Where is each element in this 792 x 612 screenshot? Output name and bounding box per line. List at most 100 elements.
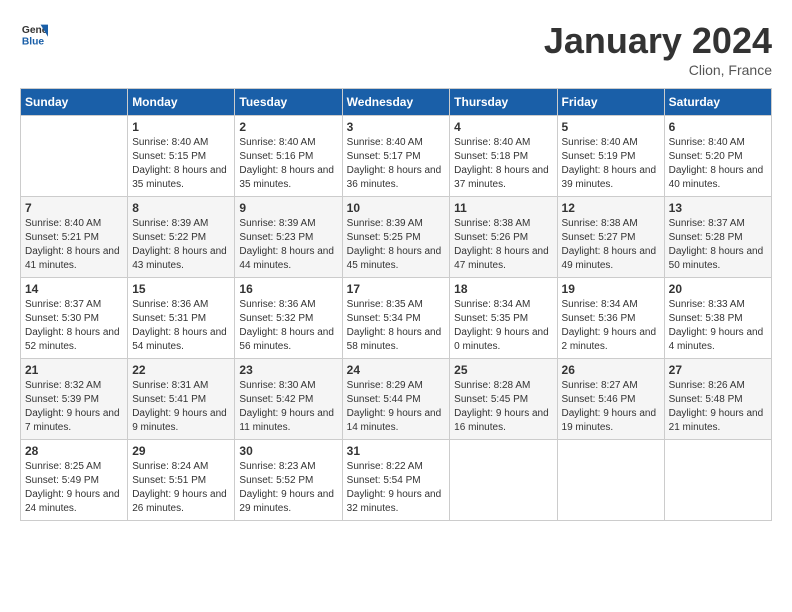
day-number: 12 [562,201,660,215]
day-number: 31 [347,444,446,458]
calendar-table: SundayMondayTuesdayWednesdayThursdayFrid… [20,88,772,521]
day-detail: Sunrise: 8:30 AMSunset: 5:42 PMDaylight:… [239,379,337,435]
day-detail: Sunrise: 8:34 AMSunset: 5:36 PMDaylight:… [562,298,660,354]
day-detail: Sunrise: 8:40 AMSunset: 5:19 PMDaylight:… [562,136,660,192]
day-number: 27 [669,363,767,377]
calendar-cell: 3 Sunrise: 8:40 AMSunset: 5:17 PMDaylight… [342,116,450,197]
calendar-cell: 5 Sunrise: 8:40 AMSunset: 5:19 PMDaylight… [557,116,664,197]
day-detail: Sunrise: 8:40 AMSunset: 5:18 PMDaylight:… [454,136,552,192]
calendar-cell: 8Sunrise: 8:39 AMSunset: 5:22 PMDaylight… [128,197,235,278]
calendar-cell: 17 Sunrise: 8:35 AMSunset: 5:34 PMDayligh… [342,278,450,359]
calendar-cell: 9 Sunrise: 8:39 AMSunset: 5:23 PMDaylight… [235,197,342,278]
day-number: 14 [25,282,123,296]
weekday-header-cell: Wednesday [342,89,450,116]
day-detail: Sunrise: 8:39 AMSunset: 5:23 PMDaylight:… [239,217,337,273]
month-title: January 2024 [544,20,772,62]
day-number: 3 [347,120,446,134]
day-number: 9 [239,201,337,215]
calendar-cell: 15 Sunrise: 8:36 AMSunset: 5:31 PMDayligh… [128,278,235,359]
calendar-week-row: 7 Sunrise: 8:40 AMSunset: 5:21 PMDaylight… [21,197,772,278]
day-number: 6 [669,120,767,134]
calendar-week-row: 1 Sunrise: 8:40 AMSunset: 5:15 PMDaylight… [21,116,772,197]
day-detail: Sunrise: 8:35 AMSunset: 5:34 PMDaylight:… [347,298,446,354]
day-detail: Sunrise: 8:40 AMSunset: 5:15 PMDaylight:… [132,136,230,192]
day-number: 13 [669,201,767,215]
day-detail: Sunrise: 8:40 AMSunset: 5:17 PMDaylight:… [347,136,446,192]
weekday-header-cell: Thursday [450,89,557,116]
calendar-cell: 7 Sunrise: 8:40 AMSunset: 5:21 PMDaylight… [21,197,128,278]
location: Clion, France [544,62,772,78]
page-header: General Blue January 2024 Clion, France [20,20,772,78]
weekday-header-cell: Friday [557,89,664,116]
calendar-week-row: 14Sunrise: 8:37 AMSunset: 5:30 PMDayligh… [21,278,772,359]
title-block: January 2024 Clion, France [544,20,772,78]
day-number: 30 [239,444,337,458]
weekday-header-cell: Sunday [21,89,128,116]
day-number: 11 [454,201,552,215]
day-detail: Sunrise: 8:28 AMSunset: 5:45 PMDaylight:… [454,379,552,435]
day-number: 17 [347,282,446,296]
svg-text:Blue: Blue [22,36,45,47]
day-detail: Sunrise: 8:40 AMSunset: 5:16 PMDaylight:… [239,136,337,192]
day-detail: Sunrise: 8:33 AMSunset: 5:38 PMDaylight:… [669,298,767,354]
calendar-cell: 12 Sunrise: 8:38 AMSunset: 5:27 PMDayligh… [557,197,664,278]
day-detail: Sunrise: 8:31 AMSunset: 5:41 PMDaylight:… [132,379,230,435]
calendar-cell: 25 Sunrise: 8:28 AMSunset: 5:45 PMDayligh… [450,359,557,440]
calendar-cell: 29Sunrise: 8:24 AMSunset: 5:51 PMDayligh… [128,440,235,521]
day-detail: Sunrise: 8:22 AMSunset: 5:54 PMDaylight:… [347,460,446,516]
day-number: 5 [562,120,660,134]
day-detail: Sunrise: 8:36 AMSunset: 5:31 PMDaylight:… [132,298,230,354]
day-detail: Sunrise: 8:26 AMSunset: 5:48 PMDaylight:… [669,379,767,435]
calendar-cell: 11 Sunrise: 8:38 AMSunset: 5:26 PMDayligh… [450,197,557,278]
day-number: 4 [454,120,552,134]
day-number: 25 [454,363,552,377]
day-detail: Sunrise: 8:25 AMSunset: 5:49 PMDaylight:… [25,460,123,516]
calendar-cell: 10 Sunrise: 8:39 AMSunset: 5:25 PMDayligh… [342,197,450,278]
calendar-cell: 21 Sunrise: 8:32 AMSunset: 5:39 PMDayligh… [21,359,128,440]
day-detail: Sunrise: 8:37 AMSunset: 5:28 PMDaylight:… [669,217,767,273]
day-detail: Sunrise: 8:32 AMSunset: 5:39 PMDaylight:… [25,379,123,435]
calendar-cell: 16Sunrise: 8:36 AMSunset: 5:32 PMDayligh… [235,278,342,359]
weekday-header-cell: Saturday [664,89,771,116]
day-detail: Sunrise: 8:38 AMSunset: 5:26 PMDaylight:… [454,217,552,273]
logo-icon: General Blue [20,20,48,48]
calendar-cell: 13 Sunrise: 8:37 AMSunset: 5:28 PMDayligh… [664,197,771,278]
day-number: 16 [239,282,337,296]
calendar-cell: 19 Sunrise: 8:34 AMSunset: 5:36 PMDayligh… [557,278,664,359]
day-detail: Sunrise: 8:39 AMSunset: 5:25 PMDaylight:… [347,217,446,273]
calendar-cell: 2Sunrise: 8:40 AMSunset: 5:16 PMDaylight… [235,116,342,197]
calendar-cell: 28 Sunrise: 8:25 AMSunset: 5:49 PMDayligh… [21,440,128,521]
calendar-cell [450,440,557,521]
calendar-cell: 24Sunrise: 8:29 AMSunset: 5:44 PMDayligh… [342,359,450,440]
logo: General Blue [20,20,48,48]
day-number: 19 [562,282,660,296]
day-detail: Sunrise: 8:40 AMSunset: 5:21 PMDaylight:… [25,217,123,273]
day-number: 15 [132,282,230,296]
day-detail: Sunrise: 8:39 AMSunset: 5:22 PMDaylight:… [132,217,230,273]
calendar-cell: 4 Sunrise: 8:40 AMSunset: 5:18 PMDaylight… [450,116,557,197]
day-number: 23 [239,363,337,377]
calendar-body: 1 Sunrise: 8:40 AMSunset: 5:15 PMDaylight… [21,116,772,521]
calendar-cell: 14Sunrise: 8:37 AMSunset: 5:30 PMDayligh… [21,278,128,359]
weekday-header-row: SundayMondayTuesdayWednesdayThursdayFrid… [21,89,772,116]
calendar-cell: 31 Sunrise: 8:22 AMSunset: 5:54 PMDayligh… [342,440,450,521]
day-number: 28 [25,444,123,458]
day-number: 20 [669,282,767,296]
day-number: 1 [132,120,230,134]
day-detail: Sunrise: 8:38 AMSunset: 5:27 PMDaylight:… [562,217,660,273]
day-number: 24 [347,363,446,377]
day-number: 26 [562,363,660,377]
calendar-week-row: 28 Sunrise: 8:25 AMSunset: 5:49 PMDayligh… [21,440,772,521]
day-number: 22 [132,363,230,377]
day-detail: Sunrise: 8:27 AMSunset: 5:46 PMDaylight:… [562,379,660,435]
day-detail: Sunrise: 8:34 AMSunset: 5:35 PMDaylight:… [454,298,552,354]
calendar-cell: 30Sunrise: 8:23 AMSunset: 5:52 PMDayligh… [235,440,342,521]
day-detail: Sunrise: 8:24 AMSunset: 5:51 PMDaylight:… [132,460,230,516]
calendar-cell [664,440,771,521]
day-number: 10 [347,201,446,215]
day-number: 21 [25,363,123,377]
day-number: 7 [25,201,123,215]
calendar-cell: 23 Sunrise: 8:30 AMSunset: 5:42 PMDayligh… [235,359,342,440]
calendar-cell [557,440,664,521]
calendar-cell: 6Sunrise: 8:40 AMSunset: 5:20 PMDaylight… [664,116,771,197]
